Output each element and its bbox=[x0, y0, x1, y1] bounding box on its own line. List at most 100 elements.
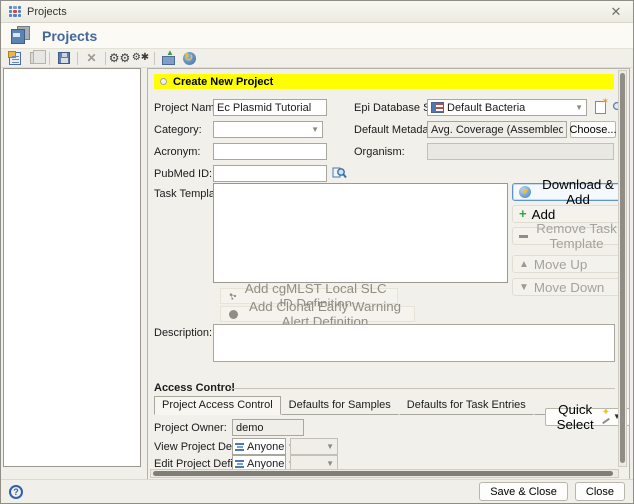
horizontal-scrollbar[interactable] bbox=[150, 469, 619, 478]
chevron-down-icon: ▼ bbox=[326, 458, 334, 468]
arrow-up-icon: ▲ bbox=[519, 258, 529, 270]
chevron-down-icon: ▼ bbox=[326, 441, 334, 451]
choose-metadata-button[interactable]: Choose... bbox=[569, 121, 617, 138]
group-divider bbox=[230, 388, 615, 389]
vertical-scrollbar[interactable] bbox=[618, 70, 627, 467]
view-definition-secondary-select: ▼ bbox=[290, 438, 338, 455]
pubmed-id-label: PubMed ID: bbox=[154, 168, 213, 180]
title-bar: Projects ✕ bbox=[1, 1, 633, 23]
add-clonal-alert-button[interactable]: Add Clonal Early Warning Alert Definitio… bbox=[220, 299, 415, 329]
project-detail-panel: Create New Project Project Name: Epi Dat… bbox=[147, 68, 630, 480]
acronym-label: Acronym: bbox=[154, 146, 201, 158]
move-down-label: Move Down bbox=[533, 279, 605, 295]
refresh-icon bbox=[183, 51, 196, 65]
save-button[interactable] bbox=[54, 50, 73, 67]
remove-task-template-button[interactable]: Remove Task Template bbox=[512, 221, 627, 251]
new-scheme-icon bbox=[595, 96, 609, 114]
pubmed-lookup-button[interactable] bbox=[332, 166, 347, 179]
chevron-down-icon: ▼ bbox=[575, 102, 583, 112]
edit-definition-value: Anyone bbox=[247, 457, 285, 470]
new-project-button[interactable] bbox=[5, 50, 24, 67]
toolbar: ✕ ⚙⚙ ⚙✱ bbox=[1, 48, 633, 68]
organism-input bbox=[427, 143, 614, 160]
create-new-project-banner: Create New Project bbox=[154, 74, 614, 89]
close-button[interactable]: Close bbox=[574, 482, 625, 501]
add-label: Add bbox=[531, 206, 556, 222]
task-templates-list[interactable] bbox=[213, 183, 508, 283]
gears-icon: ⚙⚙ bbox=[108, 51, 131, 65]
toolbar-separator bbox=[154, 51, 155, 65]
projects-book-icon bbox=[11, 26, 32, 45]
move-down-button[interactable]: ▼ Move Down bbox=[512, 278, 627, 296]
chevron-down-icon: ▼ bbox=[311, 124, 319, 134]
project-owner-label: Project Owner: bbox=[154, 422, 227, 434]
organism-label: Organism: bbox=[354, 146, 405, 158]
close-icon[interactable]: ✕ bbox=[607, 3, 625, 21]
run-task-button[interactable]: ⚙✱ bbox=[131, 50, 150, 67]
download-and-add-button[interactable]: Download & Add bbox=[512, 177, 627, 207]
epi-database-scheme-value: Default Bacteria bbox=[447, 101, 526, 114]
category-label: Category: bbox=[154, 124, 202, 136]
tree-icon bbox=[229, 293, 237, 300]
help-icon[interactable]: ? bbox=[9, 484, 23, 499]
access-control-group-label: Access Control bbox=[154, 382, 235, 394]
toolbar-separator bbox=[49, 51, 50, 65]
quick-select-label: Quick Select bbox=[556, 402, 594, 432]
copy-button[interactable] bbox=[26, 50, 46, 67]
horizontal-scrollbar-thumb[interactable] bbox=[153, 471, 613, 476]
footer-bar: ? Save & Close Close bbox=[1, 479, 633, 503]
banner-title: Create New Project bbox=[173, 75, 274, 88]
plus-icon: + bbox=[519, 206, 527, 221]
toolbar-separator bbox=[77, 51, 78, 65]
vertical-scrollbar-thumb[interactable] bbox=[620, 73, 625, 463]
tab-project-access-control[interactable]: Project Access Control bbox=[154, 396, 281, 415]
download-globe-icon bbox=[519, 186, 531, 198]
view-definition-value: Anyone bbox=[247, 440, 285, 453]
alert-circle-icon bbox=[229, 309, 238, 319]
manage-task-templates-button[interactable]: ⚙⚙ bbox=[108, 50, 131, 67]
group-icon bbox=[235, 442, 244, 451]
description-label: Description: bbox=[154, 327, 213, 339]
minus-icon bbox=[519, 234, 528, 238]
download-and-add-label: Download & Add bbox=[542, 177, 614, 207]
gear-icon: ⚙✱ bbox=[131, 52, 150, 63]
main-area: Create New Project Project Name: Epi Dat… bbox=[1, 68, 633, 481]
refresh-button[interactable] bbox=[180, 50, 199, 67]
view-project-definition-select[interactable]: Anyone ▼ bbox=[232, 438, 295, 455]
new-project-icon bbox=[7, 50, 21, 65]
projects-dialog: Projects ✕ Projects ✕ ⚙⚙ ⚙✱ Create New P… bbox=[0, 0, 634, 504]
import-box-icon bbox=[162, 48, 175, 65]
default-metadata-fields-input[interactable] bbox=[427, 121, 567, 138]
category-select[interactable]: ▼ bbox=[213, 121, 323, 138]
toolbar-separator bbox=[105, 51, 106, 65]
arrow-down-icon: ▼ bbox=[519, 281, 529, 293]
app-icon bbox=[9, 5, 21, 18]
move-up-label: Move Up bbox=[533, 256, 588, 272]
remove-label: Remove Task Template bbox=[536, 221, 617, 251]
scheme-grid-icon bbox=[431, 102, 444, 113]
status-dot-icon bbox=[160, 78, 167, 85]
delete-icon: ✕ bbox=[86, 51, 97, 65]
import-button[interactable] bbox=[159, 48, 178, 67]
epi-database-scheme-select[interactable]: Default Bacteria ▼ bbox=[427, 99, 587, 116]
group-icon bbox=[235, 459, 244, 468]
project-list-panel[interactable] bbox=[3, 68, 141, 467]
new-scheme-button[interactable] bbox=[592, 96, 609, 116]
copy-icon bbox=[30, 50, 46, 64]
description-textarea[interactable] bbox=[213, 324, 615, 362]
save-icon bbox=[57, 52, 70, 64]
page-header: Projects bbox=[1, 23, 633, 49]
pubmed-id-input[interactable] bbox=[213, 165, 327, 182]
move-up-button[interactable]: ▲ Move Up bbox=[512, 255, 627, 273]
tab-defaults-for-task-entries[interactable]: Defaults for Task Entries bbox=[398, 396, 534, 415]
save-and-close-button[interactable]: Save & Close bbox=[479, 482, 568, 501]
acronym-input[interactable] bbox=[213, 143, 327, 160]
tab-defaults-for-samples[interactable]: Defaults for Samples bbox=[280, 396, 399, 415]
pubmed-lookup-icon bbox=[332, 167, 347, 179]
project-owner-input[interactable] bbox=[232, 419, 304, 436]
magic-wand-icon bbox=[601, 407, 610, 423]
project-name-input[interactable] bbox=[213, 99, 327, 116]
delete-button[interactable]: ✕ bbox=[82, 50, 101, 67]
page-title: Projects bbox=[42, 27, 98, 44]
window-title: Projects bbox=[27, 5, 67, 18]
